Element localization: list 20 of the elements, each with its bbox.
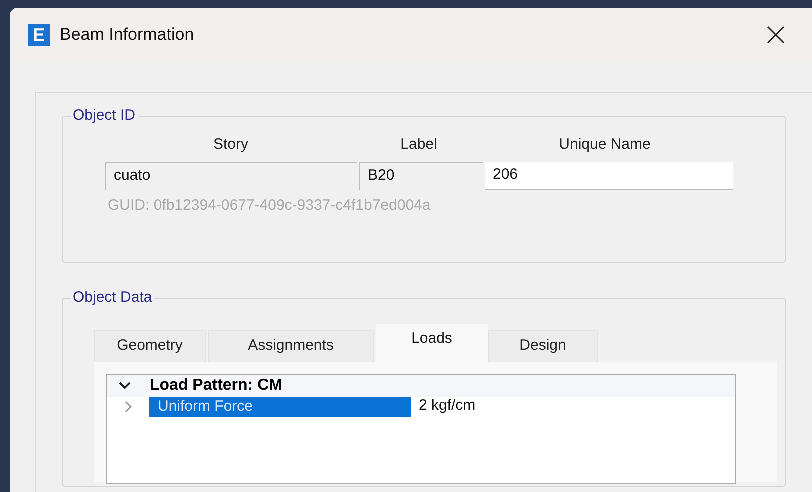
collapse-chevron-icon[interactable] <box>119 380 131 392</box>
column-header: Label <box>400 134 438 154</box>
guid-text: GUID: 0fb12394-0677-409c-9337-c4f1b7ed004a <box>107 196 432 216</box>
column-header: Unique Name <box>559 134 651 154</box>
expand-chevron-icon[interactable] <box>123 400 135 412</box>
tree-item-value: 2 kgf/cm <box>419 396 476 416</box>
tab[interactable]: Loads <box>376 324 488 362</box>
input-field[interactable]: 206 <box>485 162 733 190</box>
window-title: Beam Information <box>60 24 194 46</box>
close-icon <box>767 26 785 44</box>
group-title: Object ID <box>72 106 137 126</box>
tab[interactable]: Design <box>488 330 598 362</box>
column-header: Story <box>213 134 248 154</box>
group-title: Object Data <box>72 288 154 308</box>
tab[interactable]: Assignments <box>208 330 374 362</box>
read-only-field[interactable]: cuato <box>105 162 357 190</box>
app-logo-icon: E <box>28 24 50 46</box>
tree-item[interactable]: Uniform Force <box>149 396 411 416</box>
read-only-field[interactable]: B20 <box>359 162 483 190</box>
tab[interactable]: Geometry <box>94 330 206 362</box>
